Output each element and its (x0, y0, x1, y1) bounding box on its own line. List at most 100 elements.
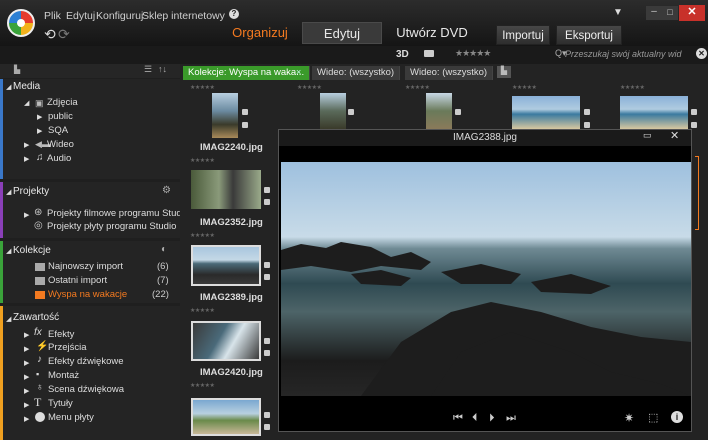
sidebar-item-collection-selected[interactable]: Wyspa na wakacje (48, 289, 127, 300)
tab-edit[interactable]: Edytuj (302, 22, 382, 44)
thumb-badge-icon[interactable] (264, 412, 270, 418)
search-input[interactable]: Przeszukaj swój aktualny wid (565, 49, 682, 59)
sidebar-item-montage[interactable]: Montaż (48, 370, 79, 381)
thumb-rating[interactable]: ★★★★★ (405, 84, 430, 91)
3d-toggle[interactable]: 3D (396, 49, 409, 60)
thumbnail-image[interactable] (620, 96, 688, 129)
minimize-icon[interactable]: – (646, 6, 662, 20)
sidebar-item-collection[interactable]: Najnowszy import (48, 261, 123, 272)
projects-header[interactable]: Projekty (13, 186, 49, 197)
collapse-icon[interactable]: ◢ (6, 188, 11, 196)
thumbnail-image[interactable] (191, 245, 261, 286)
skip-to-start-icon[interactable]: ⏮ (453, 412, 463, 425)
redo-icon[interactable]: ⟳ (58, 26, 70, 43)
new-collection-icon[interactable]: ◐ (161, 244, 167, 255)
content-header[interactable]: Zawartość (13, 312, 59, 323)
maximize-icon[interactable]: □ (662, 6, 678, 20)
thumb-badge-icon[interactable] (584, 122, 590, 128)
menu-file[interactable]: Plik (44, 10, 61, 22)
media-header[interactable]: Media (13, 81, 40, 92)
thumb-rating[interactable]: ★★★★★ (190, 307, 215, 314)
undo-icon[interactable]: ⟲ (44, 26, 56, 43)
thumb-rating[interactable]: ★★★★★ (190, 84, 215, 91)
thumb-badge-icon[interactable] (691, 109, 697, 115)
thumb-badge-icon[interactable] (242, 122, 248, 128)
preview-maximize-icon[interactable]: ▭ (643, 130, 652, 141)
app-logo-icon[interactable] (7, 9, 35, 37)
sidebar-item-disc-menu[interactable]: Menu płyty (48, 412, 94, 423)
thumbnail-image[interactable] (212, 93, 238, 138)
sidebar-item-public[interactable]: public (48, 111, 73, 122)
sidebar-item-disc-projects[interactable]: Projekty płyty programu Studio (47, 221, 176, 232)
expand-icon[interactable]: ▶ (24, 387, 29, 395)
menu-configure[interactable]: Konfiguruj (96, 10, 143, 22)
step-back-icon[interactable]: ⏴ (472, 412, 478, 425)
sidebar-item-collection[interactable]: Ostatni import (48, 275, 107, 286)
content-tab[interactable]: Wideo: (wszystko) (405, 66, 493, 80)
library-icon[interactable]: ▙ (14, 65, 20, 74)
expand-icon[interactable]: ▶ (37, 127, 42, 135)
thumbnail-image[interactable] (512, 96, 580, 129)
tab-organize[interactable]: Organizuj (225, 22, 295, 44)
search-clear-icon[interactable]: ✕ (696, 48, 707, 59)
thumb-badge-icon[interactable] (455, 109, 461, 115)
thumb-badge-icon[interactable] (584, 109, 590, 115)
expand-icon[interactable]: ▶ (24, 141, 29, 149)
sidebar-item-soundscape[interactable]: Scena dźwiękowa (48, 384, 124, 395)
content-tab[interactable]: Wideo: (wszystko) (312, 66, 400, 80)
expand-icon[interactable]: ▶ (24, 331, 29, 339)
sidebar-item-video[interactable]: Wideo (47, 139, 74, 150)
expand-icon[interactable]: ▶ (24, 211, 29, 219)
thumb-rating[interactable]: ★★★★★ (297, 84, 322, 91)
fullscreen-icon[interactable]: ⬚ (648, 411, 658, 424)
thumbnail-image[interactable] (426, 93, 452, 129)
export-button[interactable]: Eksportuj (556, 25, 622, 45)
close-icon[interactable]: ✕ (679, 5, 705, 21)
menu-edit[interactable]: Edytuj (66, 10, 95, 22)
expand-icon[interactable]: ▶ (24, 359, 29, 367)
thumb-badge-icon[interactable] (691, 122, 697, 128)
collapse-icon[interactable]: ◢ (6, 247, 11, 255)
sidebar-item-audio[interactable]: Audio (47, 153, 71, 164)
expand-icon[interactable]: ▶ (24, 345, 29, 353)
sidebar-item-titles[interactable]: Tytuły (48, 398, 73, 409)
list-view-icon[interactable]: ☰ (144, 64, 152, 75)
thumb-badge-icon[interactable] (242, 109, 248, 115)
step-forward-icon[interactable]: ⏵ (489, 412, 495, 425)
sidebar-item-transitions[interactable]: Przejścia (48, 342, 87, 353)
view-toggle-icon[interactable] (424, 50, 434, 57)
thumb-badge-icon[interactable] (264, 262, 270, 268)
collapse-icon[interactable]: ◢ (24, 99, 29, 107)
thumb-badge-icon[interactable] (264, 424, 270, 430)
thumbnail-image[interactable] (191, 170, 261, 209)
thumb-rating[interactable]: ★★★★★ (620, 84, 645, 91)
skip-to-end-icon[interactable]: ⏭ (506, 412, 516, 425)
rating-filter[interactable]: ★★★★★ (455, 48, 491, 59)
preview-close-icon[interactable]: ✕ (670, 129, 679, 142)
sidebar-item-sound-effects[interactable]: Efekty dźwiękowe (48, 356, 124, 367)
thumb-rating[interactable]: ★★★★★ (190, 382, 215, 389)
sort-icon[interactable]: ↑↓ (158, 64, 167, 74)
collections-header[interactable]: Kolekcje (13, 245, 51, 256)
thumbnail-image[interactable] (191, 321, 261, 361)
thumbnail-image[interactable] (320, 93, 346, 129)
new-project-icon[interactable]: ⚙ (162, 185, 171, 196)
expand-icon[interactable]: ▶ (24, 415, 29, 423)
help-icon[interactable]: ? (229, 9, 239, 19)
thumb-badge-icon[interactable] (264, 199, 270, 205)
expand-icon[interactable]: ▶ (24, 155, 29, 163)
new-tab-icon[interactable]: ▙ (497, 66, 511, 78)
thumb-badge-icon[interactable] (264, 187, 270, 193)
thumb-badge-icon[interactable] (264, 350, 270, 356)
thumb-badge-icon[interactable] (264, 338, 270, 344)
thumb-badge-icon[interactable] (264, 274, 270, 280)
info-icon[interactable]: i (671, 411, 683, 423)
thumb-rating[interactable]: ★★★★★ (190, 232, 215, 239)
thumbnail-image[interactable] (191, 398, 261, 436)
tab-create-dvd[interactable]: Utwórz DVD (388, 22, 476, 44)
settings-icon[interactable]: ✷ (624, 411, 634, 425)
cart-icon[interactable]: ▼ (613, 7, 623, 18)
expand-icon[interactable]: ▶ (37, 113, 42, 121)
thumb-badge-icon[interactable] (348, 109, 354, 115)
thumb-rating[interactable]: ★★★★★ (190, 157, 215, 164)
